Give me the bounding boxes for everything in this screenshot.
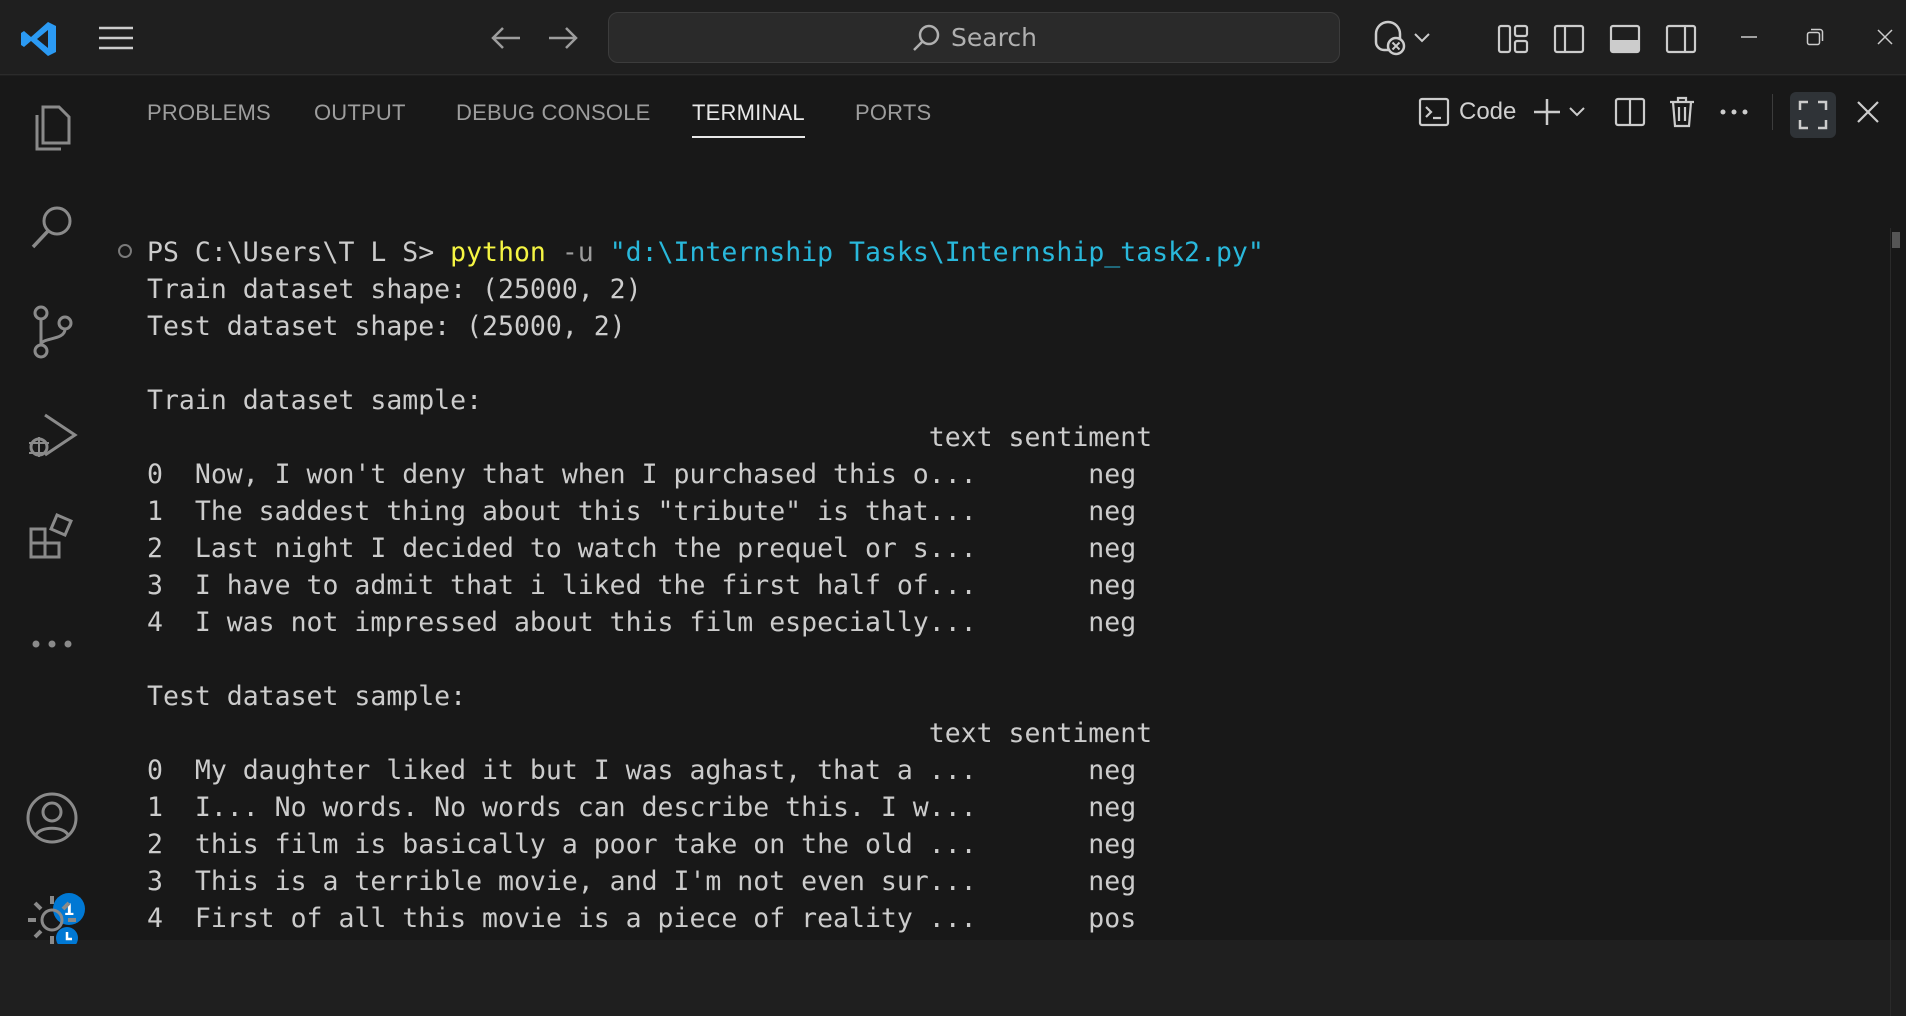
output-line: Train dataset sample: (147, 385, 483, 416)
search-input[interactable]: Search (608, 12, 1340, 63)
minimize-icon[interactable] (1734, 22, 1764, 52)
source-control-icon[interactable] (22, 302, 82, 362)
output-line: 4 I was not impressed about this film es… (147, 607, 1137, 638)
vscode-logo-icon (14, 14, 64, 64)
account-icon[interactable] (22, 788, 82, 848)
terminal-profile-icon[interactable] (1416, 92, 1452, 132)
actions-divider (1772, 94, 1773, 130)
terminal-scrollbar[interactable] (1890, 228, 1891, 1016)
tab-output[interactable]: OUTPUT (314, 100, 406, 126)
output-line: 3 This is a terrible movie, and I'm not … (147, 866, 1137, 897)
more-icon[interactable] (22, 614, 82, 674)
kill-terminal-trash-icon[interactable] (1664, 92, 1700, 132)
output-line: 2 this film is basically a poor take on … (147, 829, 1137, 860)
back-arrow-icon[interactable] (486, 18, 526, 58)
output-line: Test dataset sample: (147, 681, 467, 712)
output-line: text sentiment (147, 422, 1153, 453)
tab-problems[interactable]: PROBLEMS (147, 100, 271, 126)
split-terminal-icon[interactable] (1612, 92, 1648, 132)
command-decoration-icon (118, 244, 132, 258)
output-line: 1 The saddest thing about this "tribute"… (147, 496, 1137, 527)
close-window-icon[interactable] (1870, 22, 1900, 52)
chevron-down-icon[interactable] (1410, 26, 1434, 50)
activity-bar: 1 (0, 76, 104, 944)
terminal-scrollbar-thumb[interactable] (1892, 232, 1900, 248)
new-terminal-plus-icon[interactable] (1530, 92, 1564, 132)
tab-ports[interactable]: PORTS (855, 100, 931, 126)
tab-terminal[interactable]: TERMINAL (692, 100, 805, 138)
output-line: Train dataset shape: (25000, 2) (147, 274, 642, 305)
more-actions-icon[interactable] (1716, 92, 1752, 132)
run-debug-icon[interactable] (22, 406, 82, 466)
output-line: 2 Last night I decided to watch the preq… (147, 533, 1137, 564)
toggle-panel-icon[interactable] (1606, 20, 1644, 58)
toggle-primary-sidebar-icon[interactable] (1550, 20, 1588, 58)
terminal-output[interactable]: PS C:\Users\T L S> python -u "d:\Interns… (104, 152, 1906, 1016)
extensions-icon[interactable] (22, 506, 82, 566)
search-icon[interactable] (22, 198, 82, 258)
command-line: PS C:\Users\T L S> python -u "d:\Interns… (147, 234, 1264, 271)
manage-gear-icon[interactable] (22, 888, 82, 948)
panel-tabs: PROBLEMS OUTPUT DEBUG CONSOLE TERMINAL P… (104, 76, 1906, 152)
output-line: 3 I have to admit that i liked the first… (147, 570, 1137, 601)
customize-layout-icon[interactable] (1494, 20, 1532, 58)
output-line: 4 First of all this movie is a piece of … (147, 903, 1137, 934)
explorer-icon[interactable] (22, 96, 82, 156)
output-line: Test dataset shape: (25000, 2) (147, 311, 626, 342)
command: python (450, 237, 546, 268)
terminal-dropdown-chevron-icon[interactable] (1566, 92, 1588, 132)
toggle-secondary-sidebar-icon[interactable] (1662, 20, 1700, 58)
command-flag: -u (545, 237, 610, 268)
command-arg: "d:\Internship Tasks\Internship_task2.py… (609, 237, 1264, 268)
menu-icon[interactable] (94, 18, 138, 58)
restore-icon[interactable] (1800, 22, 1830, 52)
prompt: PS C:\Users\T L S> (147, 237, 451, 268)
output-line: 1 I... No words. No words can describe t… (147, 792, 1137, 823)
terminal-profile-label[interactable]: Code (1459, 98, 1516, 126)
terminal-panel: PROBLEMS OUTPUT DEBUG CONSOLE TERMINAL P… (104, 76, 1906, 1016)
forward-arrow-icon[interactable] (543, 18, 583, 58)
close-panel-icon[interactable] (1850, 92, 1886, 132)
search-icon (913, 24, 940, 51)
title-bar: Search (0, 0, 1906, 75)
tab-debug-console[interactable]: DEBUG CONSOLE (456, 100, 651, 126)
copilot-icon[interactable] (1366, 16, 1410, 60)
output-line: text sentiment (147, 718, 1153, 749)
maximize-panel-icon (1798, 100, 1828, 130)
search-placeholder: Search (951, 23, 1037, 52)
maximize-panel-button[interactable] (1790, 92, 1836, 138)
output-line: 0 Now, I won't deny that when I purchase… (147, 459, 1137, 490)
output-line: 0 My daughter liked it but I was aghast,… (147, 755, 1137, 786)
